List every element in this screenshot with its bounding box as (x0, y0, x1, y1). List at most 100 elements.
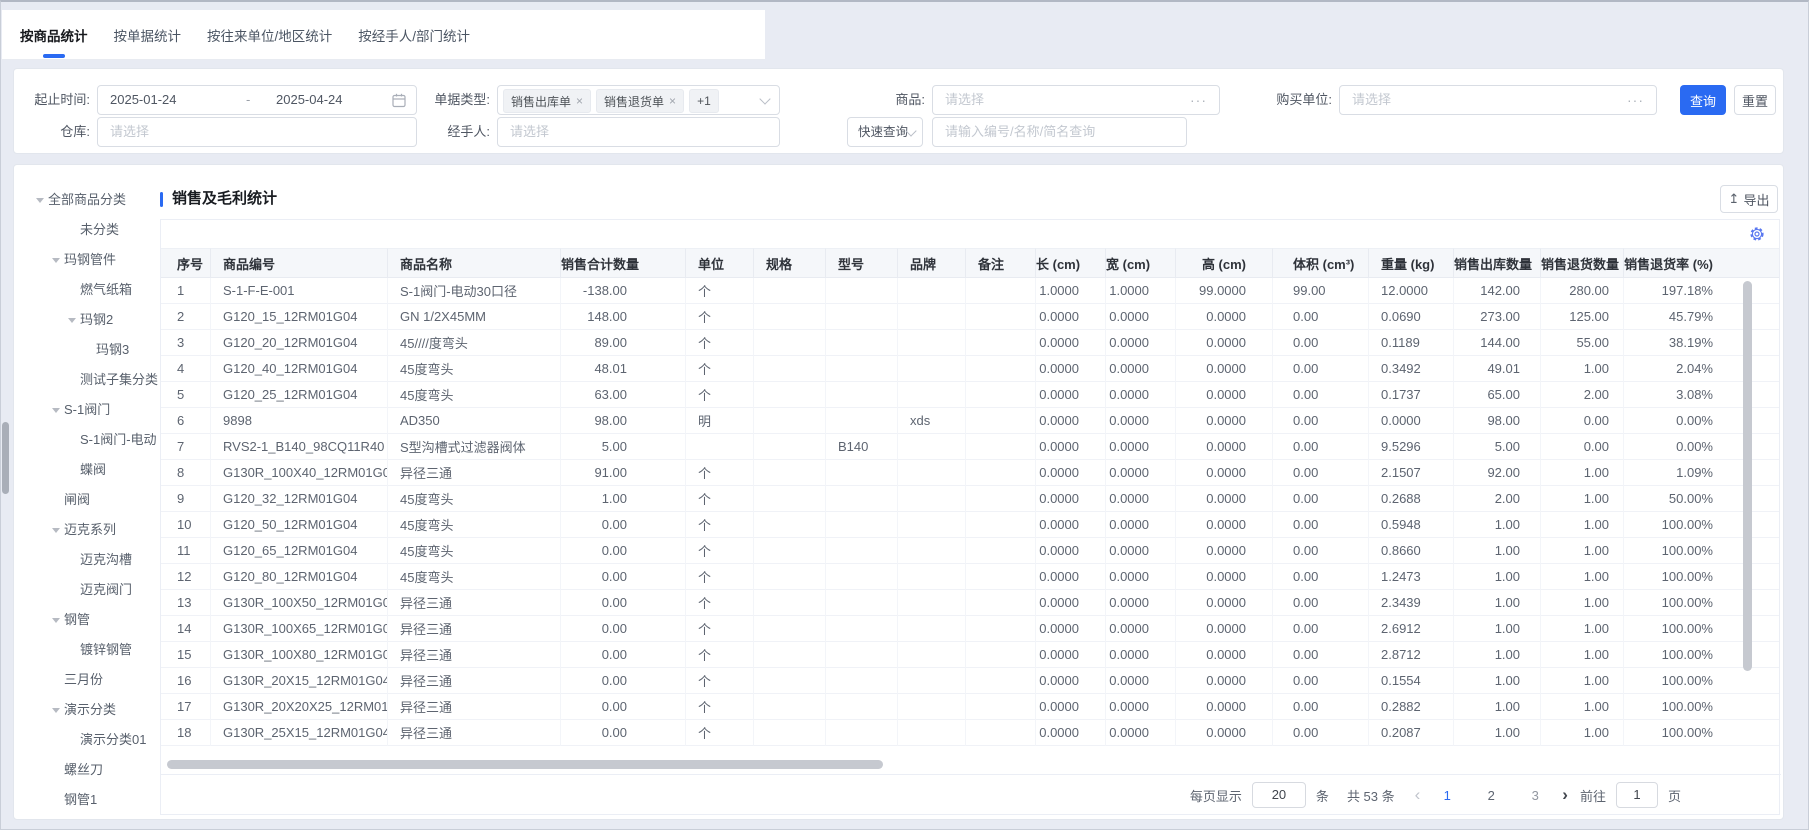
per-page-input[interactable]: 20 (1251, 782, 1306, 808)
next-page-icon[interactable]: › (1560, 785, 1570, 805)
doc-type-select[interactable]: 销售出库单 × 销售退货单 × +1 (497, 85, 780, 115)
search-button[interactable]: 查询 (1680, 85, 1726, 115)
tree-item[interactable]: 玛钢管件 (14, 245, 160, 275)
buyer-select[interactable]: 请选择 ··· (1339, 85, 1657, 115)
tab-4[interactable]: 按经手人/部门统计 (358, 10, 470, 59)
table-row[interactable]: 16 G130R_20X15_12RM01G04 异径三通 0.00 个 0.0000 0.… (161, 668, 1779, 694)
page-scrollbar-thumb[interactable] (2, 422, 9, 494)
table-row[interactable]: 15 G130R_100X80_12RM01G04 异径三通 0.00 个 0.0000 0… (161, 642, 1779, 668)
tree-item[interactable]: 玛钢2 (14, 305, 160, 335)
tree-item[interactable]: 演示分类01 (14, 725, 160, 755)
table-row[interactable]: 14 G130R_100X65_12RM01G04 异径三通 0.00 个 0.0000 0… (161, 616, 1779, 642)
export-button[interactable]: ↥ 导出 (1720, 185, 1778, 213)
tree-item[interactable]: S-1阀门-电动 (14, 425, 160, 455)
tree-item[interactable]: 测试子集分类 (14, 365, 160, 395)
table-cell (826, 278, 898, 304)
doc-type-tag[interactable]: 销售出库单 × (503, 89, 592, 113)
expand-arrow-icon[interactable] (52, 528, 60, 533)
table-row[interactable]: 7 RVS2-1_B140_98CQ11R40 S型沟槽式过滤器阀体 5.00 B140… (161, 434, 1779, 460)
page-number-1[interactable]: 1 (1432, 788, 1462, 803)
date-range-input[interactable]: 2025-01-24 - 2025-04-24 (97, 85, 417, 115)
tree-item-label: 钢管 (64, 612, 91, 627)
tree-item[interactable]: 燃气纸箱 (14, 275, 160, 305)
table-cell: 0.00 (561, 564, 686, 590)
expand-arrow-icon[interactable] (36, 198, 44, 203)
tree-item[interactable]: 蝶阀 (14, 455, 160, 485)
date-end-value[interactable]: 2025-04-24 (276, 86, 343, 114)
table-row[interactable]: 11 G120_65_12RM01G04 45度弯头 0.00 个 0.0000 0.000… (161, 538, 1779, 564)
expand-arrow-icon[interactable] (52, 618, 60, 623)
table-row[interactable]: 12 G120_80_12RM01G04 45度弯头 0.00 个 0.0000 0.000… (161, 564, 1779, 590)
tag-close-icon[interactable]: × (669, 94, 676, 108)
tree-item[interactable]: 螺丝刀 (14, 755, 160, 785)
quick-search-select[interactable]: 快速查询 (847, 117, 923, 147)
tree-item[interactable]: 迈克系列 (14, 515, 160, 545)
doc-type-tag[interactable]: 销售退货单 × (596, 89, 685, 113)
reset-button[interactable]: 重置 (1734, 85, 1776, 115)
table-cell: 99.00 (1273, 278, 1369, 304)
expand-arrow-icon[interactable] (52, 408, 60, 413)
product-select[interactable]: 请选择 ··· (932, 85, 1220, 115)
table-row[interactable]: 2 G120_15_12RM01G04 GN 1/2X45MM 148.00 个 0.00… (161, 304, 1779, 330)
tree-item[interactable]: 闸阀 (14, 485, 160, 515)
tab-1[interactable]: 按商品统计 (20, 10, 88, 59)
tag-close-icon[interactable]: × (576, 94, 583, 108)
table-row[interactable]: 18 G130R_25X15_12RM01G04 异径三通 0.00 个 0.0000 0.… (161, 720, 1779, 746)
table-row[interactable]: 5 G120_25_12RM01G04 45度弯头 63.00 个 0.0000 0.000… (161, 382, 1779, 408)
table-row[interactable]: 1 S-1-F-E-001 S-1阀门-电动30口径 -138.00 个 1.0000 1.… (161, 278, 1779, 304)
goto-page-input[interactable]: 1 (1615, 782, 1658, 808)
table-row[interactable]: 9 G120_32_12RM01G04 45度弯头 1.00 个 0.0000 0.0000… (161, 486, 1779, 512)
table-row[interactable]: 10 G120_50_12RM01G04 45度弯头 0.00 个 0.0000 0.000… (161, 512, 1779, 538)
expand-arrow-icon[interactable] (52, 258, 60, 263)
tree-item[interactable]: 迈克阀门 (14, 575, 160, 605)
warehouse-select[interactable]: 请选择 (97, 117, 417, 147)
keyword-search-input[interactable]: 请输入编号/名称/简名查询 (932, 117, 1187, 147)
table-row[interactable]: 6 9898 AD350 98.00 明 xds 0.0000 0.0000 0.0000 0.0… (161, 408, 1779, 434)
table-cell: 0.0000 (1176, 538, 1273, 564)
handler-select[interactable]: 请选择 (497, 117, 780, 147)
table-row[interactable]: 4 G120_40_12RM01G04 45度弯头 48.01 个 0.0000 0.000… (161, 356, 1779, 382)
tree-item-label: 玛钢3 (96, 342, 130, 357)
tree-item[interactable]: 玛钢3 (14, 335, 160, 365)
table-cell: 0.0000 (1036, 694, 1106, 720)
table-row[interactable]: 8 G130R_100X40_12RM01G04 异径三通 91.00 个 0.0000 0… (161, 460, 1779, 486)
tree-item[interactable]: 镀锌钢管 (14, 635, 160, 665)
table-cell: G130R_20X20X25_12RM01G... (211, 694, 388, 720)
gear-icon[interactable] (1749, 226, 1765, 247)
expand-arrow-icon[interactable] (52, 708, 60, 713)
date-start-value[interactable]: 2025-01-24 (110, 86, 177, 114)
table-cell (898, 642, 966, 668)
table-cell (966, 382, 1036, 408)
tree-item[interactable]: 钢管1 (14, 785, 160, 815)
tree-item[interactable]: 演示分类 (14, 695, 160, 725)
tree-item[interactable]: S-1阀门 (14, 395, 160, 425)
tree-item[interactable]: 迈克沟槽 (14, 545, 160, 575)
tab-2[interactable]: 按单据统计 (114, 10, 182, 59)
tree-item[interactable]: 三月份 (14, 665, 160, 695)
column-header: 商品编号 (211, 248, 388, 278)
prev-page-icon[interactable]: ‹ (1413, 785, 1423, 805)
vertical-scrollbar-thumb[interactable] (1743, 281, 1752, 671)
table-row[interactable]: 13 G130R_100X50_12RM01G04 异径三通 0.00 个 0.0000 0… (161, 590, 1779, 616)
tree-item[interactable]: 未分类 (14, 215, 160, 245)
horizontal-scrollbar-thumb[interactable] (167, 760, 883, 769)
expand-arrow-icon[interactable] (68, 318, 76, 323)
table-cell: 45度弯头 (388, 382, 561, 408)
table-cell: 125.00 (1541, 304, 1624, 330)
doc-type-more-tag[interactable]: +1 (689, 89, 719, 113)
table-cell: 100.00% (1624, 564, 1779, 590)
table-cell: 99.0000 (1176, 278, 1273, 304)
page-number-3[interactable]: 3 (1520, 788, 1550, 803)
table-row[interactable]: 3 G120_20_12RM01G04 45////度弯头 89.00 个 0.0000 0… (161, 330, 1779, 356)
more-options-icon[interactable]: ··· (1627, 86, 1644, 114)
calendar-icon[interactable] (392, 93, 406, 111)
more-options-icon[interactable]: ··· (1190, 86, 1207, 114)
table-cell: 0.0000 (1369, 408, 1454, 434)
table-row[interactable]: 17G130R_20X20X25_12RM01G...异径三通0.00个0.00… (161, 694, 1779, 720)
page-number-2[interactable]: 2 (1476, 788, 1506, 803)
tab-3[interactable]: 按往来单位/地区统计 (207, 10, 332, 59)
table-cell: 0.00 (1273, 668, 1369, 694)
table-cell: 15 (161, 642, 211, 668)
tree-item[interactable]: 全部商品分类 (14, 185, 160, 215)
tree-item[interactable]: 钢管 (14, 605, 160, 635)
